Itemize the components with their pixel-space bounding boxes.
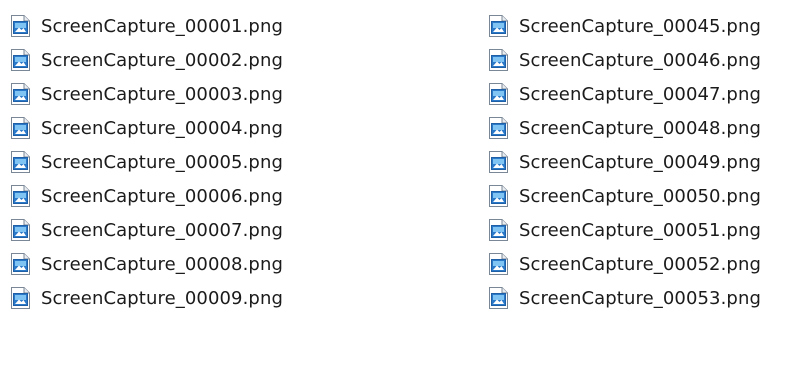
file-name: ScreenCapture_00051.png (519, 219, 761, 241)
png-image-icon (10, 286, 31, 310)
file-name: ScreenCapture_00049.png (519, 151, 761, 173)
file-name: ScreenCapture_00001.png (41, 15, 283, 37)
file-name: ScreenCapture_00004.png (41, 117, 283, 139)
file-item[interactable]: ScreenCapture_00053.png (488, 281, 761, 315)
file-name: ScreenCapture_00050.png (519, 185, 761, 207)
file-name: ScreenCapture_00045.png (519, 15, 761, 37)
png-image-icon (10, 252, 31, 276)
png-image-icon (488, 252, 509, 276)
file-item[interactable]: ScreenCapture_00045.png (488, 9, 761, 43)
png-image-icon (10, 184, 31, 208)
file-name: ScreenCapture_00047.png (519, 83, 761, 105)
png-image-icon (10, 48, 31, 72)
file-name: ScreenCapture_00046.png (519, 49, 761, 71)
png-image-icon (488, 14, 509, 38)
file-name: ScreenCapture_00007.png (41, 219, 283, 241)
file-item[interactable]: ScreenCapture_00004.png (10, 111, 283, 145)
file-item[interactable]: ScreenCapture_00002.png (10, 43, 283, 77)
png-image-icon (488, 48, 509, 72)
png-image-icon (10, 82, 31, 106)
png-image-icon (10, 218, 31, 242)
file-item[interactable]: ScreenCapture_00009.png (10, 281, 283, 315)
file-item[interactable]: ScreenCapture_00007.png (10, 213, 283, 247)
png-image-icon (488, 184, 509, 208)
png-image-icon (488, 218, 509, 242)
file-name: ScreenCapture_00053.png (519, 287, 761, 309)
png-image-icon (488, 150, 509, 174)
png-image-icon (10, 116, 31, 140)
png-image-icon (10, 14, 31, 38)
file-item[interactable]: ScreenCapture_00046.png (488, 43, 761, 77)
file-item[interactable]: ScreenCapture_00050.png (488, 179, 761, 213)
file-item[interactable]: ScreenCapture_00005.png (10, 145, 283, 179)
file-name: ScreenCapture_00008.png (41, 253, 283, 275)
file-item[interactable]: ScreenCapture_00047.png (488, 77, 761, 111)
file-item[interactable]: ScreenCapture_00006.png (10, 179, 283, 213)
png-image-icon (488, 286, 509, 310)
file-item[interactable]: ScreenCapture_00052.png (488, 247, 761, 281)
file-name: ScreenCapture_00002.png (41, 49, 283, 71)
file-name: ScreenCapture_00005.png (41, 151, 283, 173)
file-name: ScreenCapture_00009.png (41, 287, 283, 309)
file-item[interactable]: ScreenCapture_00008.png (10, 247, 283, 281)
file-name: ScreenCapture_00048.png (519, 117, 761, 139)
file-item[interactable]: ScreenCapture_00048.png (488, 111, 761, 145)
file-name: ScreenCapture_00052.png (519, 253, 761, 275)
png-image-icon (10, 150, 31, 174)
file-name: ScreenCapture_00003.png (41, 83, 283, 105)
file-name: ScreenCapture_00006.png (41, 185, 283, 207)
file-item[interactable]: ScreenCapture_00003.png (10, 77, 283, 111)
file-item[interactable]: ScreenCapture_00049.png (488, 145, 761, 179)
png-image-icon (488, 116, 509, 140)
png-image-icon (488, 82, 509, 106)
file-item[interactable]: ScreenCapture_00001.png (10, 9, 283, 43)
file-item[interactable]: ScreenCapture_00051.png (488, 213, 761, 247)
